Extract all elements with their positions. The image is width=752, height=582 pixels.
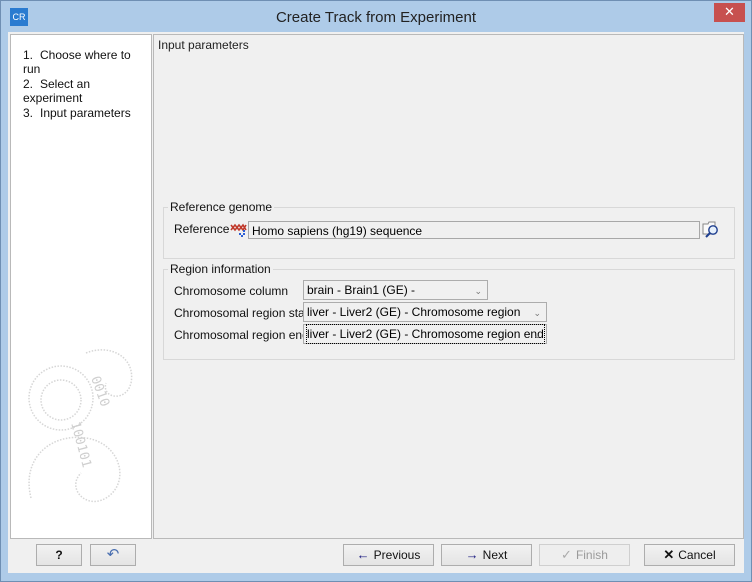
chevron-down-icon: ⌄ <box>533 330 541 340</box>
next-button[interactable]: → Next <box>441 544 532 566</box>
step-label: Input parameters <box>40 106 131 120</box>
next-label: Next <box>482 548 508 562</box>
reset-button[interactable]: ↶ <box>90 544 136 566</box>
checkmark-icon: ✓ <box>561 547 572 562</box>
region-start-select[interactable]: liver - Liver2 (GE) - Chromosome region … <box>303 302 547 337</box>
region-end-label: Chromosomal region end <box>174 328 309 342</box>
steps-panel: 1. Choose where to run 2. Select an experi… <box>10 34 152 539</box>
chromosome-column-label: Chromosome column <box>174 284 289 298</box>
step-label: Choose where to run <box>23 48 131 76</box>
cancel-button[interactable]: ✕ Cancel <box>644 544 735 566</box>
step-number: 1. <box>23 48 34 62</box>
step-select-experiment: 2. Select an experiment <box>23 77 151 105</box>
previous-label: Previous <box>373 548 421 562</box>
chromosome-column-select[interactable]: brain - Brain1 (GE) - Chromosome ⌄ <box>303 280 488 315</box>
help-button[interactable]: ? <box>36 544 82 566</box>
cancel-label: Cancel <box>678 548 716 562</box>
chevron-down-icon: ⌄ <box>533 308 541 318</box>
reference-label: Reference <box>174 222 230 236</box>
folder-search-icon[interactable] <box>702 220 720 238</box>
finish-button[interactable]: ✓ Finish <box>539 544 630 566</box>
dialog-body: 1. Choose where to run 2. Select an experi… <box>8 32 744 573</box>
step-number: 2. <box>23 77 34 91</box>
section-title: Input parameters <box>158 38 249 52</box>
region-start-label: Chromosomal region start <box>174 306 313 320</box>
svg-text:0010: 0010 <box>87 374 112 409</box>
reference-genome-group: Reference genome Reference Homo sapiens … <box>163 200 735 259</box>
previous-button[interactable]: ← Previous <box>343 544 434 566</box>
arrow-left-icon: ← <box>356 547 370 562</box>
reference-sequence-field[interactable]: Homo sapiens (hg19) sequence <box>248 221 700 239</box>
finish-label: Finish <box>575 548 608 562</box>
close-icon: ✕ <box>724 5 735 20</box>
step-choose-where-to-run: 1. Choose where to run <box>23 48 151 76</box>
undo-arrow-icon: ↶ <box>106 546 120 563</box>
step-input-parameters: 3. Input parameters <box>23 106 131 120</box>
input-parameters-panel: Input parameters Reference genome Refere… <box>153 34 744 539</box>
dialog-window: CR Create Track from Experiment ✕ 1. Choo… <box>0 0 752 582</box>
close-button[interactable]: ✕ <box>714 3 745 22</box>
region-information-legend: Region information <box>168 262 273 276</box>
region-information-group: Region information Chromosome column bra… <box>163 262 735 360</box>
window-title: Create Track from Experiment <box>275 9 477 26</box>
sequence-icon <box>230 223 247 237</box>
region-end-select[interactable]: liver - Liver2 (GE) - Chromosome region … <box>303 324 547 344</box>
chevron-down-icon: ⌄ <box>474 286 482 296</box>
help-icon: ? <box>55 548 63 562</box>
cancel-x-icon: ✕ <box>663 547 675 562</box>
arrow-right-icon: → <box>465 547 479 562</box>
region-end-value: liver - Liver2 (GE) - Chromosome region … <box>306 324 545 344</box>
svg-text:100101: 100101 <box>67 420 94 469</box>
reference-genome-legend: Reference genome <box>168 200 275 214</box>
step-number: 3. <box>23 106 34 120</box>
title-bar[interactable]: CR Create Track from Experiment ✕ <box>1 1 751 33</box>
watermark-logo-icon: 0010 100101 <box>28 349 133 503</box>
